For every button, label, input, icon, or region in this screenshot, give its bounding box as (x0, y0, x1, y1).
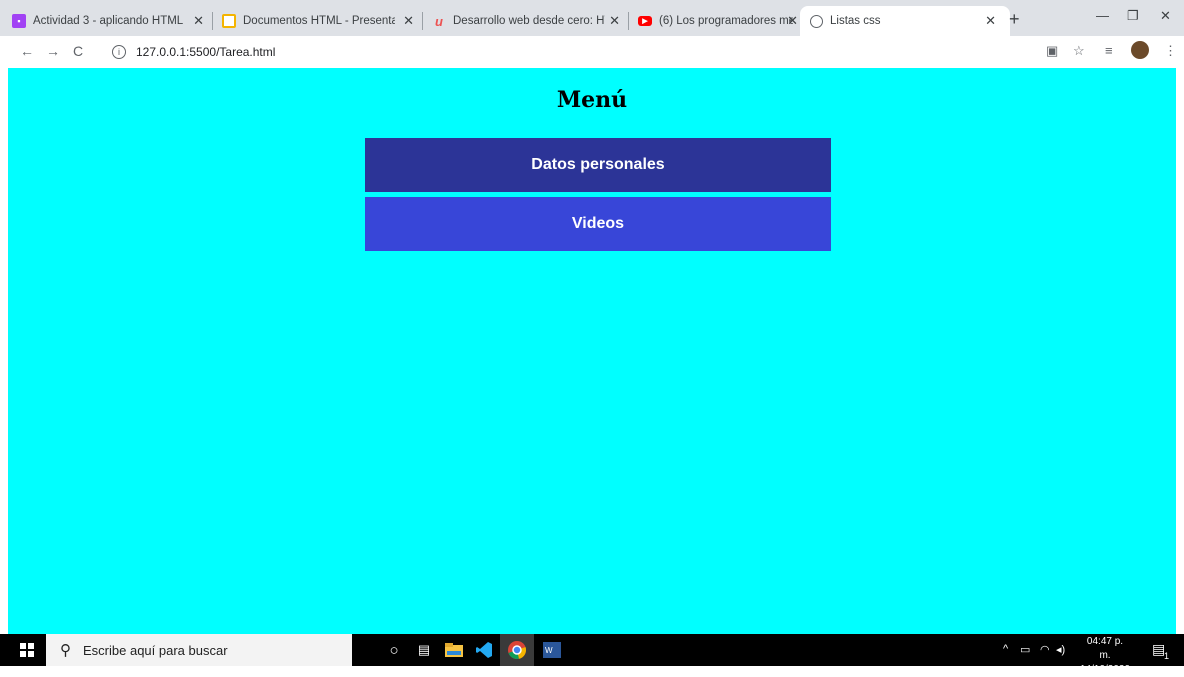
start-button[interactable] (8, 634, 46, 666)
battery-icon[interactable]: ▭ (1020, 643, 1030, 656)
search-placeholder: Escribe aquí para buscar (83, 642, 228, 658)
tab-desarrollo[interactable]: u Desarrollo web desde cero: HT ✕ (424, 6, 628, 36)
reload-icon[interactable]: C (73, 43, 83, 59)
tab-actividad[interactable]: ▪ Actividad 3 - aplicando HTML ✕ (4, 6, 212, 36)
address-bar[interactable]: i 127.0.0.1:5500/Tarea.html (104, 40, 1004, 64)
clock-time: 04:47 p. m. (1086, 636, 1124, 661)
info-icon[interactable]: i (112, 45, 126, 59)
windows-icon (20, 643, 34, 657)
chrome-icon[interactable] (500, 634, 534, 666)
close-icon[interactable]: ✕ (403, 13, 414, 29)
close-window-icon[interactable]: ✕ (1160, 8, 1171, 24)
clock[interactable]: 04:47 p. m. 14/10/2020 (1080, 635, 1130, 677)
close-icon[interactable]: ✕ (787, 13, 798, 29)
word-icon[interactable]: W (542, 640, 562, 660)
youtube-icon: ▶ (638, 16, 652, 26)
tab-strip: ▪ Actividad 3 - aplicando HTML ✕ Documen… (0, 0, 1184, 36)
star-icon[interactable]: ☆ (1073, 43, 1085, 59)
taskbar: ⚲ Escribe aquí para buscar ○ ▤ W ^ ▭ ◠ ◂… (0, 634, 1184, 675)
clock-date: 14/10/2020 (1080, 664, 1131, 675)
tab-youtube[interactable]: ▶ (6) Los programadores mejor p ✕ (630, 6, 806, 36)
udemy-icon: u (435, 13, 443, 29)
taskbar-search[interactable]: ⚲ Escribe aquí para buscar (46, 634, 352, 666)
avatar[interactable] (1131, 41, 1149, 59)
volume-icon[interactable]: ◂) (1056, 643, 1065, 656)
reading-list-icon[interactable]: ≡ (1105, 43, 1113, 58)
address-text: 127.0.0.1:5500/Tarea.html (136, 45, 276, 59)
tab-documentos[interactable]: Documentos HTML - Presentac ✕ (214, 6, 422, 36)
notification-count: 1 (1164, 651, 1170, 661)
more-icon[interactable]: ⋮ (1164, 43, 1177, 59)
task-view-icon[interactable]: ▤ (414, 640, 434, 660)
file-explorer-icon[interactable] (444, 640, 464, 660)
tab-title: Documentos HTML - Presentac (243, 15, 395, 27)
close-icon[interactable]: ✕ (193, 13, 204, 29)
slides-icon (222, 14, 236, 28)
vscode-icon[interactable] (474, 640, 494, 660)
wifi-icon[interactable]: ◠ (1040, 643, 1050, 656)
tab-title: Desarrollo web desde cero: HT (453, 15, 605, 27)
close-icon[interactable]: ✕ (985, 13, 996, 29)
svg-text:W: W (545, 646, 553, 655)
minimize-icon[interactable]: — (1096, 8, 1109, 23)
tab-title: Listas css (830, 15, 881, 27)
translate-icon[interactable]: ▣ (1046, 43, 1058, 59)
tab-title: (6) Los programadores mejor p (659, 15, 793, 27)
tab-divider (628, 12, 629, 30)
tab-divider (422, 12, 423, 30)
assignment-icon: ▪ (12, 14, 26, 28)
tab-divider (212, 12, 213, 30)
cortana-icon[interactable]: ○ (384, 640, 404, 660)
tab-listas-css[interactable]: Listas css ✕ (800, 6, 1010, 36)
forward-icon[interactable]: → (46, 43, 60, 59)
browser-toolbar: ← → C i 127.0.0.1:5500/Tarea.html ▣ ☆ ≡ … (0, 36, 1184, 68)
tab-title: Actividad 3 - aplicando HTML (33, 15, 183, 27)
new-tab-icon[interactable]: + (1009, 9, 1020, 30)
chevron-up-icon[interactable]: ^ (1003, 643, 1008, 655)
menu-item-label: Videos (571, 215, 625, 232)
page-viewport: Menú Datos personales Videos (8, 68, 1176, 634)
menu-item-label: Datos personales (531, 156, 665, 173)
search-icon: ⚲ (60, 642, 71, 659)
menu-item-datos-personales[interactable]: Datos personales (365, 138, 831, 192)
back-icon[interactable]: ← (20, 43, 34, 59)
menu-item-videos[interactable]: Videos (365, 197, 831, 251)
page-title: Menú (556, 87, 628, 113)
restore-icon[interactable]: ❐ (1127, 8, 1139, 24)
close-icon[interactable]: ✕ (609, 13, 620, 29)
globe-icon (810, 14, 823, 28)
